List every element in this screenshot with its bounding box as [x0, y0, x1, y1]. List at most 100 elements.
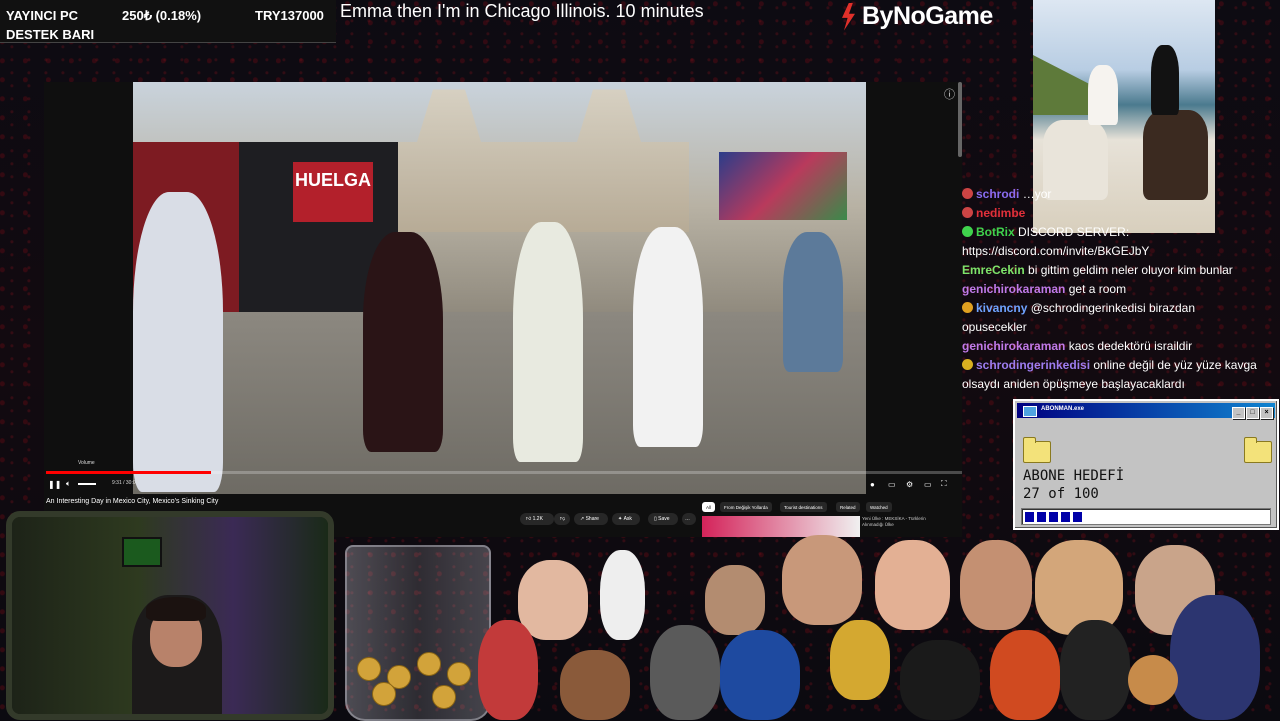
cathedral-shape [369, 89, 689, 232]
chip-from-de-i-ik-yollarda[interactable]: From Değişik Yollarda [720, 502, 772, 512]
chat-message: https://discord.com/invite/BkGEJbY [962, 244, 1278, 259]
share-label: Share [585, 516, 599, 522]
open-folder-icon [1244, 437, 1272, 463]
volume-icon[interactable]: 🔈︎ [66, 478, 71, 490]
like-button[interactable]: 👍︎ 1.2K [520, 513, 554, 525]
chat-username[interactable]: schrodi [976, 187, 1019, 201]
donation-info-bar: YAYINCI PC 250₺ (0.18%) TRY137000 DESTEK… [0, 0, 336, 43]
caption-text: Emma then I'm in Chicago Illinois. 10 mi… [340, 1, 704, 21]
chip-all[interactable]: All [702, 502, 716, 512]
window-title-bar: ABONMAN.exe _ □ × [1017, 403, 1275, 419]
scrollbar[interactable] [958, 82, 962, 157]
chat-username[interactable]: EmreCekin [962, 263, 1025, 277]
meme-face [1170, 595, 1260, 720]
chat-text: online değil de yüz yüze kavga [1093, 358, 1257, 372]
chat-username[interactable]: schrodingerinkedisi [976, 358, 1090, 372]
meme-face [705, 565, 765, 635]
app-icon [1023, 406, 1037, 417]
sparkle-icon: ✦ [618, 516, 623, 522]
meme-face [560, 650, 630, 720]
share-icon: ↗ [580, 516, 585, 522]
chat-message: schrodingerinkedisi online değil de yüz … [962, 358, 1278, 373]
more-button[interactable]: … [682, 513, 696, 525]
chat-text: kaos dedektörü israildir [1068, 339, 1193, 353]
chat-text: get a room [1068, 282, 1127, 296]
chat-text: bi gittim geldim neler oluyor kim bunlar [1028, 263, 1233, 277]
minimize-icon[interactable]: _ [1232, 407, 1245, 419]
theater-icon[interactable]: ▭ [924, 478, 932, 490]
fullscreen-icon[interactable]: ⛶ [941, 478, 947, 490]
chip-tourist-destinations[interactable]: Tourist destinations [780, 502, 827, 512]
coin-icon [372, 682, 396, 706]
coin-icon [417, 652, 441, 676]
meme-face [782, 535, 862, 625]
coin-icon [357, 657, 381, 681]
chat-text: https://discord.com/invite/BkGEJbY [962, 244, 1150, 258]
progress-bar[interactable] [46, 471, 962, 474]
coin-icon [432, 685, 456, 709]
chat-message: nedimbe [962, 206, 1278, 221]
video-frame[interactable]: HUELGA [133, 82, 866, 494]
autoplay-toggle-icon[interactable]: ● [870, 478, 875, 490]
chat-badge-icon [962, 302, 973, 313]
meme-face [900, 640, 980, 720]
share-button[interactable]: ↗ Share [574, 513, 608, 525]
meme-face [960, 540, 1032, 630]
video-player[interactable]: HUELGA ⓘ Volume ❚❚ 🔈︎ 9:31 / 30:07 ● ▭ ⚙… [44, 82, 962, 537]
chat-username[interactable]: nedimbe [976, 206, 1025, 220]
progress-fill [46, 471, 211, 474]
recommended-thumbnail[interactable] [702, 516, 860, 537]
meme-face [720, 630, 800, 720]
chat-message: kivancny @schrodingerinkedisi birazdan [962, 301, 1278, 316]
streamer-hair-shape [146, 597, 206, 621]
goal-progress-block [1025, 512, 1034, 522]
like-count: 1.2K [532, 516, 543, 522]
chat-message: genichirokaraman kaos dedektörü israildi… [962, 339, 1278, 354]
chat-username[interactable]: genichirokaraman [962, 282, 1065, 296]
goal-progress-block [1061, 512, 1070, 522]
meme-face [478, 620, 538, 720]
save-label: Save [658, 516, 670, 522]
thumbs-down-icon: 👎︎ [560, 516, 566, 522]
person-shape [133, 192, 223, 492]
chat-username[interactable]: BotRix [976, 225, 1015, 239]
webcam-monitor-shape [122, 537, 162, 567]
meme-face [518, 560, 588, 640]
video-title[interactable]: An Interesting Day in Mexico City, Mexic… [46, 498, 218, 505]
ask-button[interactable]: ✦ Ask [612, 513, 640, 525]
save-button[interactable]: ▯ Save [648, 513, 678, 525]
maximize-icon[interactable]: □ [1246, 407, 1259, 419]
groom-shape [1151, 45, 1179, 115]
goal-progress-block [1073, 512, 1082, 522]
chip-related[interactable]: Related [836, 502, 860, 512]
chat-message: genichirokaraman get a room [962, 282, 1278, 297]
time-display: 9:31 / 30:07 [112, 480, 139, 486]
volume-slider[interactable] [78, 478, 96, 490]
pause-icon[interactable]: ❚❚ [48, 478, 61, 490]
dislike-button[interactable]: 👎︎ [554, 513, 570, 525]
video-banner: HUELGA [293, 162, 373, 222]
goal-progress-bar [1021, 508, 1271, 525]
bride-shape [1088, 65, 1118, 125]
chat-username[interactable]: kivancny [976, 301, 1027, 315]
settings-gear-icon[interactable]: ⚙ [906, 478, 913, 490]
bookmark-icon: ▯ [654, 516, 657, 522]
subtitles-icon[interactable]: ▭ [888, 478, 896, 490]
window-title: ABONMAN.exe [1041, 406, 1085, 412]
person-shape [633, 227, 703, 447]
chat-panel: schrodi …yor nedimbe BotRix DISCORD SERVE… [962, 185, 1280, 397]
info-icon[interactable]: ⓘ [944, 86, 955, 102]
person-shape [783, 232, 843, 372]
brand-name: ByNoGame [862, 2, 993, 30]
donation-amount: 250₺ (0.18%) [122, 8, 202, 23]
chip-watched[interactable]: Watched [866, 502, 892, 512]
label-yayinci-pc: YAYINCI PC [6, 8, 79, 23]
close-icon[interactable]: × [1260, 407, 1273, 419]
chat-badge-icon [962, 226, 973, 237]
person-shape [363, 232, 443, 452]
meme-face [990, 630, 1060, 720]
recommended-title[interactable]: Yeni Ülke : MEKSİKA - Türklerin Alınmadı… [862, 516, 942, 528]
meme-face [875, 540, 950, 630]
donation-target: TRY137000 [255, 8, 324, 23]
chat-username[interactable]: genichirokaraman [962, 339, 1065, 353]
